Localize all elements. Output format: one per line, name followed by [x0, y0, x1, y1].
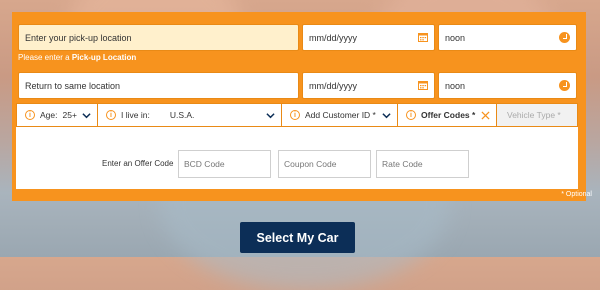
info-icon[interactable]: i — [25, 110, 35, 120]
pickup-location-placeholder: Enter your pick-up location — [25, 32, 132, 43]
country-label: I live in: — [121, 110, 150, 120]
offer-codes-tab[interactable]: i Offer Codes * — [398, 104, 498, 126]
return-date-text: mm/dd/yyyy — [309, 80, 358, 91]
customer-id-label: Add Customer ID * — [305, 110, 376, 120]
coupon-code-input[interactable]: Coupon Code — [278, 150, 371, 178]
clock-icon[interactable] — [559, 80, 570, 91]
return-date-input[interactable]: mm/dd/yyyy — [302, 72, 435, 99]
pickup-location-input[interactable]: Enter your pick-up location — [18, 24, 299, 51]
chevron-down-icon — [382, 112, 391, 118]
validation-message-strong: Pick-up Location — [71, 53, 137, 62]
vehicle-type-select[interactable]: Vehicle Type * — [496, 104, 577, 126]
rate-code-placeholder: Rate Code — [382, 159, 423, 169]
info-icon[interactable]: i — [406, 110, 416, 120]
rate-code-input[interactable]: Rate Code — [376, 150, 469, 178]
close-icon[interactable] — [481, 110, 490, 120]
return-time-select[interactable]: noon — [438, 72, 577, 99]
country-value: U.S.A. — [169, 110, 195, 120]
validation-message-prefix: Please enter a — [18, 53, 72, 62]
customer-id-select[interactable]: i Add Customer ID * — [282, 104, 398, 126]
calendar-icon[interactable] — [418, 32, 428, 42]
age-select[interactable]: i Age: 25+ — [17, 104, 98, 126]
pickup-time-text: noon — [445, 32, 466, 43]
vehicle-type-label: Vehicle Type * — [507, 110, 561, 120]
pickup-date-input[interactable]: mm/dd/yyyy — [302, 24, 435, 51]
bcd-code-placeholder: BCD Code — [184, 159, 225, 169]
clock-icon[interactable] — [559, 32, 570, 43]
info-icon[interactable]: i — [290, 110, 300, 120]
offer-code-label: Enter an Offer Code — [102, 159, 174, 168]
offer-codes-label: Offer Codes * — [421, 110, 476, 120]
bcd-code-input[interactable]: BCD Code — [178, 150, 271, 178]
return-location-label: Return to same location — [25, 80, 121, 91]
info-icon[interactable]: i — [106, 110, 116, 120]
age-label: Age: — [40, 110, 58, 120]
pickup-time-select[interactable]: noon — [438, 24, 577, 51]
calendar-icon[interactable] — [418, 80, 428, 90]
select-my-car-button[interactable]: Select My Car — [240, 222, 355, 253]
offer-code-section: Enter an Offer Code BCD Code Coupon Code… — [16, 127, 578, 189]
age-value: 25+ — [62, 110, 77, 120]
validation-message: Please enter a Pick-up Location — [18, 53, 136, 62]
return-location-input[interactable]: Return to same location — [18, 72, 299, 99]
return-time-text: noon — [445, 80, 466, 91]
chevron-down-icon — [266, 112, 275, 118]
country-select[interactable]: i I live in: U.S.A. — [98, 104, 282, 126]
optional-note: * Optional — [561, 191, 592, 198]
chevron-down-icon — [82, 112, 91, 118]
options-bar: i Age: 25+ i I live in: U.S.A. i Add Cus… — [16, 103, 578, 127]
coupon-code-placeholder: Coupon Code — [284, 159, 337, 169]
pickup-date-text: mm/dd/yyyy — [309, 32, 358, 43]
